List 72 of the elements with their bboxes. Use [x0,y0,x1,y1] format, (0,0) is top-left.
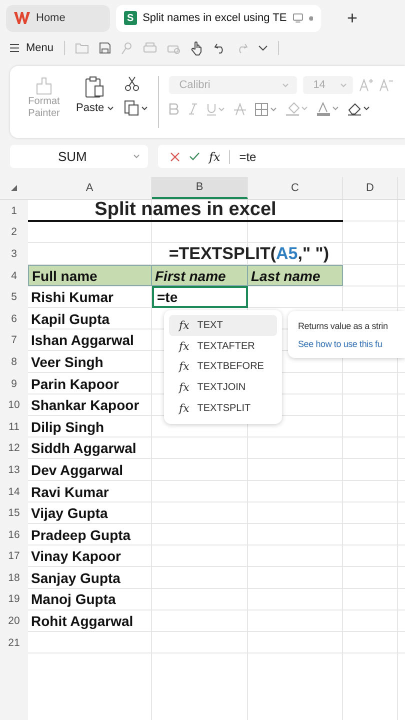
function-suggestion[interactable]: fx TEXTJOIN [169,377,277,398]
menu-button[interactable]: Menu [10,42,54,54]
print-icon[interactable] [142,42,157,54]
borders-icon[interactable] [255,102,278,116]
header-cell: Full name [28,264,152,286]
function-suggestion[interactable]: fx TEXTAFTER [169,336,277,357]
decrease-font-icon[interactable] [379,78,394,92]
bold-icon[interactable] [169,103,180,115]
caret-icon [107,106,114,111]
tab-label: Split names in excel using TE [142,12,287,24]
folder-icon[interactable] [74,42,89,54]
close-icon[interactable] [170,152,180,162]
select-all-icon[interactable] [11,185,17,191]
paste-button[interactable]: Paste [76,102,114,114]
table-cell-text: Shankar Kapoor [30,396,140,416]
help-link[interactable]: See how to use this fu [298,338,382,348]
table-cell-text: Pradeep Gupta [30,526,132,545]
table-cell-text: Rishi Kumar [30,288,114,308]
tab-label: Home [36,12,66,24]
undo-icon[interactable] [214,42,226,54]
scissors-icon[interactable] [124,76,140,92]
monitor-icon [292,13,303,23]
menu-icon [10,43,20,53]
table-cell-text: Siddh Aggarwal [30,439,138,458]
check-icon[interactable] [189,152,200,161]
fill-color-icon[interactable] [286,102,308,116]
column-header[interactable]: D [343,177,398,199]
new-tab-button[interactable]: + [347,8,358,28]
table-cell-text: Manoj Gupta [30,590,117,610]
function-suggestion[interactable]: fx TEXTBEFORE [169,356,277,378]
caret-icon [282,82,290,88]
browser-tab[interactable]: S Split names in excel using TE [116,4,321,32]
column-header[interactable]: B [152,177,248,199]
table-cell-text: Veer Singh [30,352,104,372]
logo-icon [14,12,30,24]
copy-icon[interactable] [124,100,148,116]
eraser-icon[interactable] [348,102,370,116]
table-cell-text: Ravi Kumar [30,482,110,502]
table-cell[interactable]: =te [152,286,248,308]
browser-tab[interactable]: Home [6,4,110,32]
formula-field[interactable]: fx =te [158,145,405,168]
tooltip-text: Returns value as a strin [298,320,388,330]
function-suggestion[interactable]: fx TEXT [169,315,277,336]
header-cell: Last name [248,264,343,286]
font-color-icon[interactable] [317,102,340,116]
chevron-down-icon[interactable] [258,45,268,51]
table-cell-text: Parin Kapoor [30,374,120,394]
underline-icon[interactable] [207,102,226,116]
table-cell-text: Dilip Singh [30,418,106,437]
table-cell-text: Dev Aggarwal [30,460,124,480]
name-box[interactable]: SUM [10,145,148,168]
formula-hint: =TEXTSPLIT(A5," ") [168,243,330,265]
caret-icon [340,82,348,88]
increase-font-icon[interactable] [359,78,374,92]
function-suggestion[interactable]: fx TEXTSPLIT [169,398,277,419]
table-cell-text: Vijay Gupta [30,504,109,524]
table-cell-text: Kapil Gupta [30,310,111,329]
sheet-title: Split names in excel [28,200,343,222]
table-cell-text: Rohit Aggarwal [30,612,134,632]
caret-icon [133,154,140,159]
table-cell-text: Sanjay Gupta [30,568,122,588]
header-cell: First name [152,264,248,286]
strikethrough-icon[interactable] [234,102,246,116]
save-icon[interactable] [98,42,111,54]
hand-icon[interactable] [190,40,204,56]
clipboard-icon[interactable] [85,76,106,98]
column-header[interactable]: C [248,177,343,199]
table-cell-text: Ishan Aggarwal [30,331,135,350]
sheet-logo: S [124,11,137,25]
dot-icon [308,16,313,20]
italic-icon[interactable] [188,103,198,115]
table-cell-text: Vinay Kapoor [30,547,122,566]
